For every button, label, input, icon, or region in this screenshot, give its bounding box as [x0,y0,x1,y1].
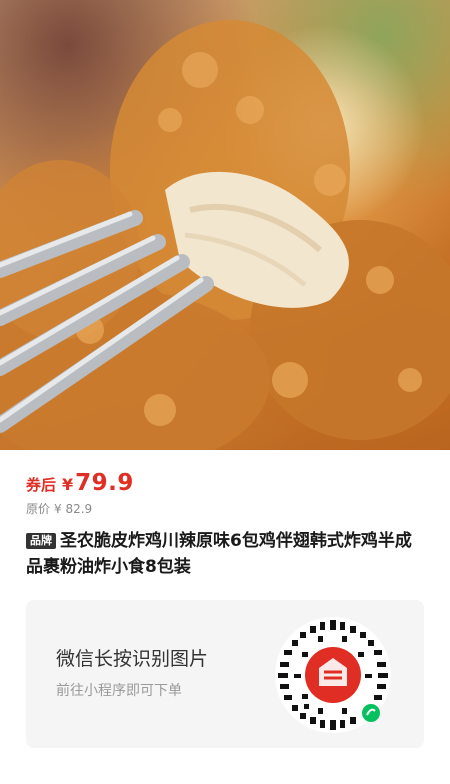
qr-card-title: 微信长按识别图片 [56,648,209,670]
qr-card: 微信长按识别图片 前往小程序即可下单 [26,600,424,748]
product-title: 品牌 圣农脆皮炸鸡川辣原味6包鸡伴翅韩式炸鸡半成品裹粉油炸小食8包装 [26,528,426,580]
current-price: 79.9 [75,470,134,496]
brand-badge: 品牌 [26,533,56,549]
mini-program-qr-code[interactable] [274,616,392,734]
original-price-row: 原价 ¥ 82.9 [26,500,92,517]
fried-chicken-fork-illustration [0,20,450,450]
original-price-label: 原价 [26,502,51,516]
product-title-text: 圣农脆皮炸鸡川辣原味6包鸡伴翅韩式炸鸡半成品裹粉油炸小食8包装 [26,531,412,577]
qr-card-subtitle: 前往小程序即可下单 [56,683,182,699]
coupon-price-label: 券后 [26,476,57,494]
currency-symbol: ¥ [62,475,74,494]
price-row: 券后 ¥ 79.9 [26,470,134,500]
original-price: ¥ 82.9 [54,501,93,516]
wechat-mini-program-icon [362,704,380,722]
product-image [0,0,450,450]
